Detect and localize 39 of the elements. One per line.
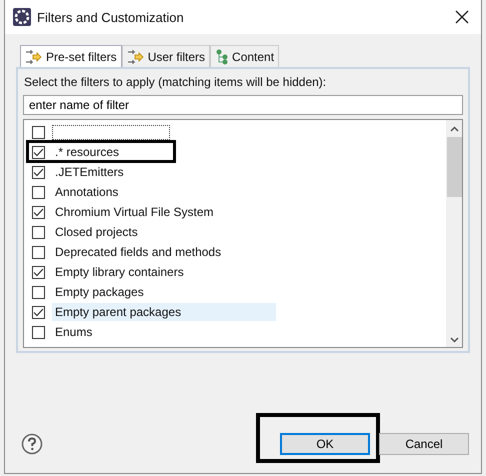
filter-arrow-icon (126, 48, 145, 64)
filter-label[interactable]: .* resources (52, 143, 122, 161)
scroll-up-icon[interactable] (450, 126, 458, 132)
checkbox[interactable] (32, 266, 45, 278)
checkbox[interactable] (32, 326, 45, 338)
checkbox[interactable] (32, 146, 45, 158)
checkbox[interactable] (32, 246, 45, 258)
scrollbar-thumb[interactable] (446, 137, 462, 197)
filter-name-field[interactable]: enter name of filter (23, 95, 463, 115)
filter-label[interactable]: Empty library containers (52, 263, 187, 281)
checkbox[interactable] (32, 206, 45, 218)
checkbox[interactable] (32, 166, 45, 178)
checkbox[interactable] (32, 286, 45, 298)
checkbox[interactable] (32, 126, 45, 138)
filter-label[interactable]: Closed projects (52, 223, 141, 241)
filter-label[interactable]: Empty parent packages (52, 303, 276, 321)
help-icon[interactable] (21, 433, 43, 455)
close-icon[interactable] (455, 10, 469, 24)
filter-label[interactable]: Annotations (52, 183, 122, 201)
scroll-down-icon[interactable] (450, 337, 458, 343)
checkbox[interactable] (32, 226, 45, 238)
filter-label[interactable]: Deprecated fields and methods (52, 243, 224, 261)
filter-label[interactable]: Empty packages (52, 283, 147, 301)
filter-label[interactable]: Chromium Virtual File System (52, 203, 216, 221)
checkbox[interactable] (32, 186, 45, 198)
checkbox[interactable] (32, 306, 45, 318)
dialog-button[interactable]: Cancel (379, 433, 469, 455)
filter-label[interactable]: Enums (52, 323, 96, 341)
tab[interactable]: Content (210, 45, 280, 67)
tab[interactable]: Pre-set filters (20, 45, 122, 67)
tab[interactable]: User filters (122, 45, 210, 67)
tree-icon (215, 48, 230, 64)
gear-icon (13, 8, 31, 26)
window-title: Filters and Customization (37, 10, 185, 24)
instruction-text: Select the filters to apply (matching items will be hidden): (23, 74, 328, 91)
dialog-button[interactable]: OK (280, 433, 370, 455)
filter-arrow-icon (25, 48, 43, 64)
filter-label[interactable]: .JETEmitters (52, 163, 127, 181)
scrollbar[interactable] (446, 120, 462, 347)
